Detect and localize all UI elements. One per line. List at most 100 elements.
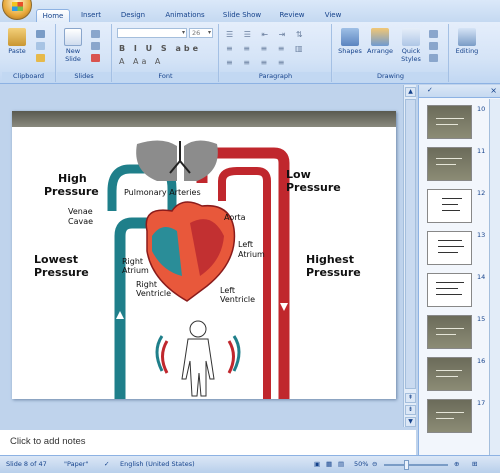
font-name-combo[interactable]: ▾ xyxy=(117,28,187,38)
tab-design[interactable]: Design xyxy=(115,9,151,22)
label-cavae: Cavae xyxy=(68,217,93,226)
font-format-buttons[interactable]: B I U S abe xyxy=(119,44,201,53)
thumbnail-scrollbar[interactable] xyxy=(489,99,500,455)
right-lung xyxy=(184,140,218,181)
cut-icon[interactable] xyxy=(36,30,45,38)
notes-placeholder[interactable]: Click to add notes xyxy=(10,436,86,447)
circulation-diagram: High Pressure Pulmonary Arteries Low Pre… xyxy=(34,140,361,399)
slide-workspace: High Pressure Pulmonary Arteries Low Pre… xyxy=(0,85,416,427)
paste-button[interactable]: Paste xyxy=(6,28,28,55)
thumbnail-number: 16 xyxy=(477,357,486,365)
label-left-atrium-2: Atrium xyxy=(238,250,265,259)
font-group-label: Font xyxy=(113,72,218,82)
ribbon-tabs: Home Insert Design Animations Slide Show… xyxy=(0,0,500,22)
label-right-atrium-2: Atrium xyxy=(122,266,149,275)
format-painter-icon[interactable] xyxy=(36,54,45,62)
thumbnail-number: 17 xyxy=(477,399,486,407)
zoom-slider-thumb[interactable] xyxy=(404,460,409,470)
head xyxy=(189,320,207,338)
thumbnail-number: 13 xyxy=(477,231,486,239)
label-right-ventricle-2: Ventricle xyxy=(136,289,171,298)
notes-pane[interactable]: Click to add notes xyxy=(0,427,416,455)
slides-pane-header: ✓ × xyxy=(419,85,500,98)
shape-outline-icon[interactable] xyxy=(429,42,438,50)
shape-fill-icon[interactable] xyxy=(429,30,438,38)
close-pane-icon[interactable]: × xyxy=(490,86,497,95)
font-color-buttons[interactable]: A Aa A xyxy=(119,57,163,66)
list-buttons[interactable]: ☰ ☰ ⇤ ⇥ ⇅ xyxy=(226,30,307,39)
label-right-ventricle: Right xyxy=(136,280,157,289)
arrange-button[interactable]: Arrange xyxy=(366,28,394,55)
quick-styles-button[interactable]: Quick Styles xyxy=(397,28,425,63)
slides-group: New Slide Slides xyxy=(57,24,112,82)
tab-view[interactable]: View xyxy=(318,9,348,22)
fit-to-window-icon[interactable]: ⊞ xyxy=(472,460,477,468)
label-lowest: Lowest xyxy=(34,253,78,266)
thumbnail-slide[interactable] xyxy=(427,357,472,391)
slide-counter: Slide 8 of 47 xyxy=(6,460,47,468)
slide-sorter-icon[interactable]: ▦ xyxy=(326,460,332,468)
scroll-up-button[interactable]: ▲ xyxy=(405,87,416,97)
delete-slide-icon[interactable] xyxy=(91,54,100,62)
tab-animations[interactable]: Animations xyxy=(160,9,210,22)
thumbnail-number: 14 xyxy=(477,273,486,281)
label-highest-pressure: Pressure xyxy=(306,266,361,279)
drawing-group-label: Drawing xyxy=(333,72,448,82)
reset-icon[interactable] xyxy=(91,42,100,50)
scroll-down-button[interactable]: ▼ xyxy=(405,417,416,427)
zoom-out-icon[interactable]: ⊖ xyxy=(372,460,377,468)
slide-vertical-scrollbar[interactable]: ▲ ⇞ ⇟ ▼ xyxy=(403,85,416,427)
thumbnail-slide[interactable] xyxy=(427,105,472,139)
pane-toggle-icon[interactable]: ✓ xyxy=(427,86,433,94)
thumbnail-slide[interactable] xyxy=(427,189,472,223)
shapes-icon xyxy=(341,28,359,46)
thumbnail-slide[interactable] xyxy=(427,315,472,349)
status-bar: Slide 8 of 47 "Paper" ✓ English (United … xyxy=(0,455,500,473)
normal-view-icon[interactable]: ▣ xyxy=(314,460,320,468)
previous-slide-button[interactable]: ⇞ xyxy=(405,393,416,403)
label-venae: Venae xyxy=(68,207,93,216)
text-direction-buttons[interactable]: ≡ ≡ ≡ ≡ xyxy=(226,58,288,67)
clipboard-icon xyxy=(8,28,26,46)
slide-show-icon[interactable]: ▤ xyxy=(338,460,344,468)
layout-icon[interactable] xyxy=(91,30,100,38)
font-group: ▾ 26 ▾ B I U S abe A Aa A Font xyxy=(113,24,219,82)
quick-styles-icon xyxy=(402,28,420,46)
copy-icon[interactable] xyxy=(36,42,45,50)
tab-slide-show[interactable]: Slide Show xyxy=(218,9,266,22)
spelling-icon[interactable]: ✓ xyxy=(104,460,109,468)
new-slide-button[interactable]: New Slide xyxy=(61,28,85,63)
slide-canvas[interactable]: High Pressure Pulmonary Arteries Low Pre… xyxy=(12,111,396,399)
language-status[interactable]: English (United States) xyxy=(120,460,195,468)
tab-insert[interactable]: Insert xyxy=(76,9,106,22)
scroll-thumb[interactable] xyxy=(405,99,416,389)
thumbnail-slide[interactable] xyxy=(427,147,472,181)
left-lung xyxy=(136,140,177,181)
thumbnail-slide[interactable] xyxy=(427,399,472,433)
thumbnail-slide[interactable] xyxy=(427,231,472,265)
shapes-button[interactable]: Shapes xyxy=(337,28,363,55)
body xyxy=(181,338,215,397)
label-pulmonary-arteries: Pulmonary Arteries xyxy=(124,188,201,197)
zoom-in-icon[interactable]: ⊕ xyxy=(454,460,459,468)
ribbon: Paste Clipboard New Slide Slides ▾ 26 ▾ B… xyxy=(0,22,500,84)
tab-home[interactable]: Home xyxy=(36,9,70,22)
tab-review[interactable]: Review xyxy=(274,9,310,22)
shape-effects-icon[interactable] xyxy=(429,54,438,62)
slides-pane: ✓ × 10 11 12 13 14 15 16 17 xyxy=(418,85,500,455)
zoom-level[interactable]: 50% xyxy=(354,460,368,468)
next-slide-button[interactable]: ⇟ xyxy=(405,405,416,415)
align-buttons[interactable]: ≡ ≡ ≡ ≡ ▥ xyxy=(226,44,307,53)
editing-button[interactable]: Editing xyxy=(453,28,481,55)
thumbnail-slide[interactable] xyxy=(427,273,472,307)
clipboard-group-label: Clipboard xyxy=(2,72,55,82)
thumbnail-number: 11 xyxy=(477,147,486,155)
zoom-slider[interactable] xyxy=(384,464,448,466)
drawing-group: Shapes Arrange Quick Styles Drawing xyxy=(333,24,449,82)
office-button[interactable] xyxy=(2,0,32,20)
font-size-combo[interactable]: 26 ▾ xyxy=(189,28,213,38)
binoculars-icon xyxy=(458,28,476,46)
paragraph-group-label: Paragraph xyxy=(220,72,331,82)
slides-group-label: Slides xyxy=(57,72,111,82)
thumbnail-number: 12 xyxy=(477,189,486,197)
